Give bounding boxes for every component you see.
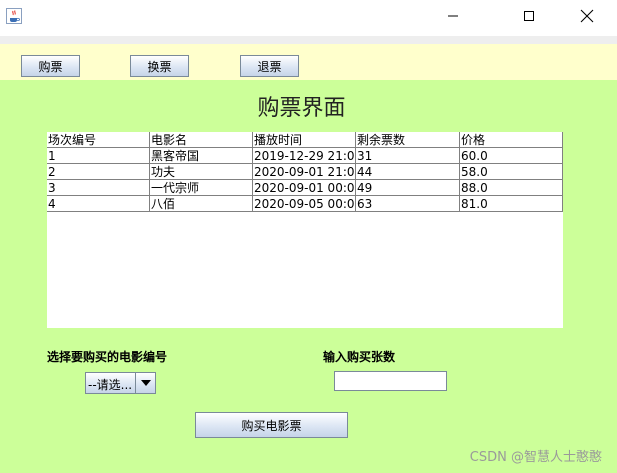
table-cell: 八佰 [150, 196, 253, 212]
table-header: 场次编号 电影名 播放时间 剩余票数 价格 [47, 132, 563, 148]
table-row[interactable]: 3 一代宗师 2020-09-01 00:0... 49 88.0 [47, 180, 563, 196]
column-header[interactable]: 电影名 [150, 132, 253, 148]
column-header[interactable]: 价格 [460, 132, 563, 148]
table-cell: 81.0 [460, 196, 563, 212]
column-header[interactable]: 场次编号 [47, 132, 150, 148]
column-header[interactable]: 播放时间 [253, 132, 356, 148]
table-cell: 2 [47, 164, 150, 180]
table-cell: 1 [47, 148, 150, 164]
minimize-icon [447, 10, 459, 25]
watermark: CSDN @智慧人士憨憨 [469, 450, 602, 465]
movie-id-select[interactable]: --请选... [85, 372, 156, 394]
column-header[interactable]: 剩余票数 [356, 132, 460, 148]
table-cell: 2020-09-05 00:0... [253, 196, 356, 212]
table-cell: 60.0 [460, 148, 563, 164]
table-cell: 2019-12-29 21:0... [253, 148, 356, 164]
ticket-count-label: 输入购买张数 [323, 350, 396, 364]
maximize-icon [523, 10, 535, 25]
change-ticket-tab-button[interactable]: 换票 [130, 55, 189, 77]
buy-ticket-tab-button[interactable]: 购票 [21, 55, 80, 77]
table-row[interactable]: 2 功夫 2020-09-01 21:0... 44 58.0 [47, 164, 563, 180]
close-button[interactable] [564, 0, 610, 34]
table-cell: 2020-09-01 00:0... [253, 180, 356, 196]
table-cell: 44 [356, 164, 460, 180]
table-cell: 黑客帝国 [150, 148, 253, 164]
java-app-icon [6, 8, 22, 24]
table-cell: 49 [356, 180, 460, 196]
close-icon [580, 9, 594, 26]
dropdown-arrow-icon[interactable] [135, 373, 155, 393]
minimize-button[interactable] [430, 0, 476, 34]
maximize-button[interactable] [506, 0, 552, 34]
refund-ticket-tab-button[interactable]: 退票 [240, 55, 299, 77]
table-cell: 一代宗师 [150, 180, 253, 196]
table-cell: 58.0 [460, 164, 563, 180]
table-cell: 3 [47, 180, 150, 196]
toolbar: 购票 换票 退票 [0, 44, 617, 80]
select-value: --请选... [88, 378, 133, 392]
table-row[interactable]: 1 黑客帝国 2019-12-29 21:0... 31 60.0 [47, 148, 563, 164]
ticket-count-input[interactable] [334, 371, 447, 391]
window-titlebar [0, 0, 617, 36]
buy-movie-ticket-button[interactable]: 购买电影票 [195, 412, 348, 438]
table-cell: 63 [356, 196, 460, 212]
page-title: 购票界面 [257, 96, 346, 121]
choose-movie-label: 选择要购买的电影编号 [47, 350, 168, 364]
table-cell: 2020-09-01 21:0... [253, 164, 356, 180]
table-cell: 功夫 [150, 164, 253, 180]
main-panel: 购票界面 场次编号 电影名 播放时间 剩余票数 价格 1 黑客帝国 2019-1… [0, 80, 617, 473]
table-cell: 31 [356, 148, 460, 164]
table-row[interactable]: 4 八佰 2020-09-05 00:0... 63 81.0 [47, 196, 563, 212]
menu-strip [0, 36, 617, 44]
movie-table[interactable]: 场次编号 电影名 播放时间 剩余票数 价格 1 黑客帝国 2019-12-29 … [47, 132, 563, 328]
table-cell: 4 [47, 196, 150, 212]
table-cell: 88.0 [460, 180, 563, 196]
